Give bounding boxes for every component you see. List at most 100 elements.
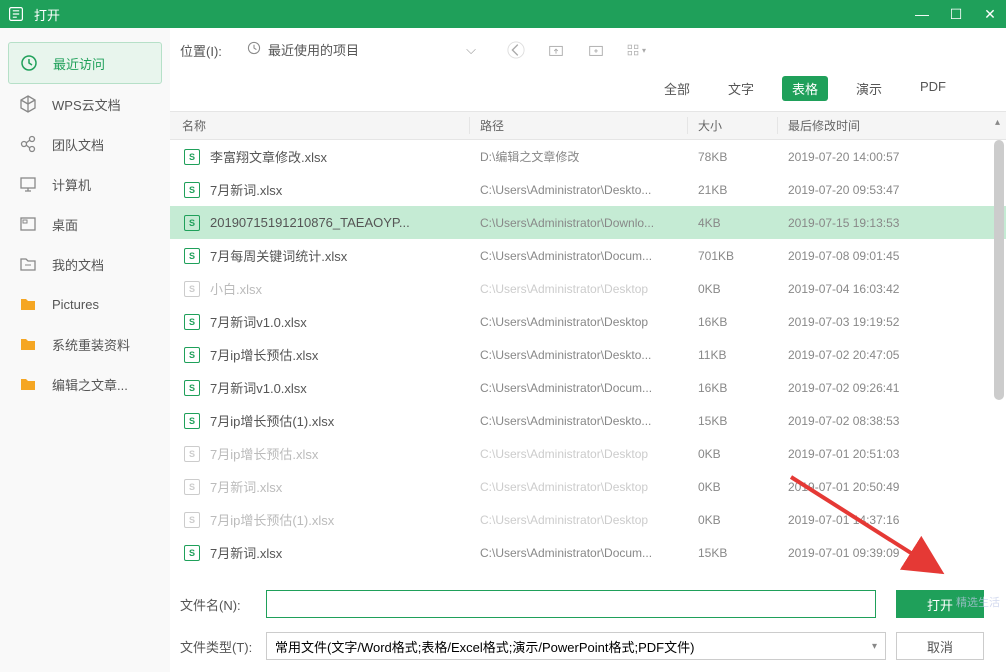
file-row[interactable]: S7月新词.xlsxC:\Users\Administrator\Desktop… [170, 470, 1006, 503]
sidebar-item-label: 计算机 [52, 175, 91, 194]
sidebar-item-6[interactable]: Pictures [0, 284, 170, 324]
filter-tab-文字[interactable]: 文字 [718, 76, 764, 101]
sidebar-item-label: 我的文档 [52, 255, 104, 274]
file-row[interactable]: S 7月ip增长预估(1).xlsxC:\Users\Administrator\… [170, 404, 1006, 437]
file-name: 7月ip增长预估(1).xlsx [210, 411, 470, 430]
file-row[interactable]: S7月新词v1.0.xlsxC:\Users\Administrator\Doc… [170, 371, 1006, 404]
view-icon[interactable]: ▾ [626, 40, 646, 60]
file-row[interactable]: S 20190715191210876_TAEAOYP...C:\Users\Ad… [170, 206, 1006, 239]
sidebar-item-label: WPS云文档 [52, 95, 121, 114]
file-name: 小白.xlsx [210, 279, 470, 298]
window-title: 打开 [34, 5, 914, 24]
sidebar-item-4[interactable]: 桌面 [0, 204, 170, 244]
file-path: C:\Users\Administrator\Deskto... [470, 414, 688, 428]
location-dropdown[interactable]: 最近使用的项目 ⌵ [246, 40, 476, 60]
close-button[interactable]: ✕ [982, 6, 998, 23]
file-row[interactable]: S7月新词v1.0.xlsxC:\Users\Administrator\Des… [170, 305, 1006, 338]
file-row[interactable]: S7月ip增长预估.xlsxC:\Users\Administrator\Des… [170, 338, 1006, 371]
file-date: 2019-07-02 20:47:05 [778, 348, 1006, 362]
file-name: 7月ip增长预估(1).xlsx [210, 510, 470, 529]
file-name: 7月新词v1.0.xlsx [210, 312, 470, 331]
share-icon [18, 134, 38, 154]
maximize-button[interactable]: ☐ [948, 6, 964, 23]
sidebar-item-0[interactable]: 最近访问 [8, 42, 162, 84]
doc-folder-icon [18, 254, 38, 274]
up-folder-icon[interactable] [546, 40, 566, 60]
filetype-select[interactable]: 常用文件(文字/Word格式;表格/Excel格式;演示/PowerPoint格… [266, 632, 886, 660]
file-name: 7月新词.xlsx [210, 543, 470, 562]
file-row[interactable]: S7月新词.xlsxC:\Users\Administrator\Deskto.… [170, 173, 1006, 206]
xlsx-icon: S [184, 214, 202, 232]
file-date: 2019-07-01 14:37:16 [778, 513, 1006, 527]
sidebar-item-label: 系统重装资料 [52, 335, 130, 354]
sidebar-item-5[interactable]: 我的文档 [0, 244, 170, 284]
back-icon[interactable] [506, 40, 526, 60]
file-size: 0KB [688, 513, 778, 527]
sidebar-item-label: 最近访问 [53, 54, 105, 73]
sidebar-item-8[interactable]: 编辑之文章... [0, 364, 170, 404]
xlsx-icon: S [184, 412, 202, 430]
file-path: C:\Users\Administrator\Desktop [470, 480, 688, 494]
file-row[interactable]: S7月每周关键词统计.xlsxC:\Users\Administrator\Do… [170, 239, 1006, 272]
file-size: 15KB [688, 546, 778, 560]
col-size-header[interactable]: 大小 [688, 117, 778, 134]
cube-icon [18, 94, 38, 114]
filename-input[interactable] [266, 590, 876, 618]
file-row[interactable]: S 7月新词.xlsxC:\Users\Administrator\Docum..… [170, 536, 1006, 569]
filter-tabs: 全部文字表格演示 PDF [170, 72, 1006, 111]
file-size: 15KB [688, 414, 778, 428]
file-path: C:\Users\Administrator\Docum... [470, 546, 688, 560]
file-row[interactable]: S小白.xlsxC:\Users\Administrator\Desktop0K… [170, 272, 1006, 305]
new-folder-icon[interactable] [586, 40, 606, 60]
table-header: 名称 路径 大小 最后修改时间▴ [170, 112, 1006, 140]
file-path: C:\Users\Administrator\Downlo... [470, 216, 688, 230]
scrollbar-thumb[interactable] [994, 140, 1004, 400]
file-date: 2019-07-15 19:13:53 [778, 216, 1006, 230]
file-path: C:\Users\Administrator\Docum... [470, 249, 688, 263]
watermark: 精选生活 [956, 594, 1000, 610]
desktop-icon [18, 214, 38, 234]
bottom-panel: 文件名(N): 打开 文件类型(T): 常用文件(文字/Word格式;表格/Ex… [170, 576, 1006, 672]
xlsx-icon: S [184, 379, 202, 397]
sidebar-item-1[interactable]: WPS云文档 [0, 84, 170, 124]
filter-tab-全部[interactable]: 全部 [654, 76, 700, 101]
file-date: 2019-07-08 09:01:45 [778, 249, 1006, 263]
filter-tab-表格[interactable]: 表格 [782, 76, 828, 101]
sidebar-item-2[interactable]: 团队文档 [0, 124, 170, 164]
file-date: 2019-07-01 09:39:09 [778, 546, 1006, 560]
recent-icon [246, 40, 262, 59]
file-name: 20190715191210876_TAEAOYP... [210, 215, 470, 230]
app-icon [8, 5, 26, 23]
xlsx-icon: S [184, 346, 202, 364]
titlebar: 打开 ― ☐ ✕ [0, 0, 1006, 28]
file-path: D:\编辑之文章修改 [470, 148, 688, 165]
folder-icon [18, 334, 38, 354]
file-date: 2019-07-20 14:00:57 [778, 150, 1006, 164]
sidebar-item-label: 编辑之文章... [52, 375, 128, 394]
file-date: 2019-07-20 09:53:47 [778, 183, 1006, 197]
cancel-button[interactable]: 取消 [896, 632, 984, 660]
col-date-header[interactable]: 最后修改时间▴ [778, 117, 1006, 134]
col-name-header[interactable]: 名称 [170, 117, 470, 134]
xlsx-icon: S [184, 544, 202, 562]
file-size: 11KB [688, 348, 778, 362]
sidebar-item-3[interactable]: 计算机 [0, 164, 170, 204]
xlsx-icon: S [184, 445, 202, 463]
file-path: C:\Users\Administrator\Desktop [470, 315, 688, 329]
minimize-button[interactable]: ― [914, 6, 930, 23]
file-size: 0KB [688, 282, 778, 296]
file-date: 2019-07-02 08:38:53 [778, 414, 1006, 428]
file-size: 4KB [688, 216, 778, 230]
col-path-header[interactable]: 路径 [470, 117, 688, 134]
file-row[interactable]: S李富翔文章修改.xlsxD:\编辑之文章修改78KB2019-07-20 14… [170, 140, 1006, 173]
sidebar-item-7[interactable]: 系统重装资料 [0, 324, 170, 364]
chevron-down-icon: ▾ [872, 641, 877, 652]
file-row[interactable]: S7月ip增长预估.xlsxC:\Users\Administrator\Des… [170, 437, 1006, 470]
sidebar: 最近访问 WPS云文档团队文档计算机桌面我的文档 Pictures 系统重装资料编辑之… [0, 28, 170, 672]
file-row[interactable]: S7月ip增长预估(1).xlsxC:\Users\Administrator\… [170, 503, 1006, 536]
filter-tab-PDF[interactable]: PDF [910, 76, 956, 101]
filetype-label: 文件类型(T): [180, 637, 256, 656]
file-name: 7月新词v1.0.xlsx [210, 378, 470, 397]
filter-tab-演示[interactable]: 演示 [846, 76, 892, 101]
xlsx-icon: S [184, 148, 202, 166]
